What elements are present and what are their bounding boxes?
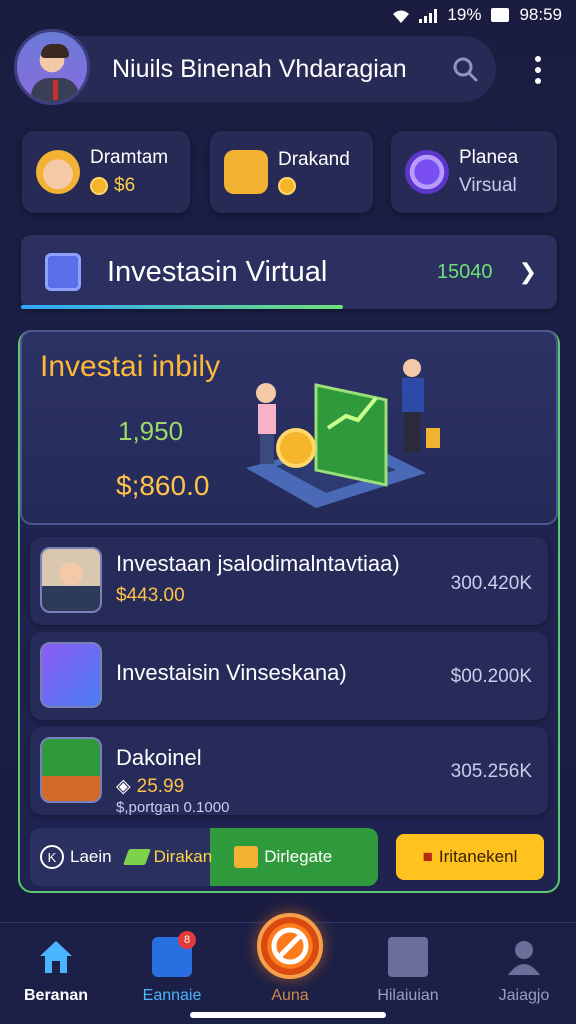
box-icon bbox=[388, 937, 428, 977]
dirakan-button[interactable]: Dirakan bbox=[122, 847, 213, 867]
list-item-value: 305.256K bbox=[450, 761, 532, 782]
list-item[interactable]: Dakoinel ◈ 25.99 $,portgan 0.1000 305.256… bbox=[30, 727, 548, 816]
investasi-value: 15040 bbox=[436, 260, 493, 283]
list-item-title: Investaan jsalodimalntavtiaa) bbox=[116, 551, 400, 576]
quick-card-drakand[interactable]: Drakand bbox=[210, 131, 373, 213]
investasi-label: Investasin Virtual bbox=[107, 255, 328, 288]
learn-label: Laein bbox=[70, 847, 112, 866]
battery-percent: 19% bbox=[447, 5, 482, 24]
dirakan-label: Dirakan bbox=[153, 847, 213, 866]
quick-card-title: Drakand bbox=[278, 149, 350, 170]
quick-card-dramtam[interactable]: Dramtam $6 bbox=[22, 131, 190, 213]
hero-money: $;860.0 bbox=[116, 470, 210, 501]
nav-label: Eannaie bbox=[142, 987, 202, 1004]
orb-icon bbox=[405, 150, 449, 194]
quick-card-planea[interactable]: Planea Virsual bbox=[391, 131, 557, 213]
list-item-amount-value: 25.99 bbox=[136, 775, 185, 797]
home-indicator bbox=[190, 1012, 386, 1018]
notification-badge: 8 bbox=[178, 931, 196, 949]
profile-header[interactable]: Niuils Binenah Vhdaragian bbox=[14, 29, 496, 105]
primary-action-button[interactable]: ■ Iritanekenl bbox=[396, 834, 544, 880]
delegate-label: Dirlegate bbox=[264, 847, 333, 866]
more-vert-icon[interactable] bbox=[524, 50, 552, 90]
investasi-progress bbox=[21, 305, 557, 309]
coin-icon bbox=[90, 177, 108, 195]
delegate-button[interactable]: Dirlegate bbox=[234, 846, 332, 868]
blocks-thumbnail bbox=[40, 642, 102, 708]
k-circle-icon: K bbox=[40, 845, 64, 869]
gold-box-icon bbox=[234, 846, 259, 868]
action-bar: K Laein Dirakan Dirlegate bbox=[30, 828, 378, 886]
nav-hilaiuian[interactable]: Hilaiuian bbox=[358, 937, 458, 1005]
status-bar: 19% 98:59 bbox=[0, 0, 576, 30]
bottom-nav: Beranan 8 Eannaie Auna Hilaiuian Jaiagjo bbox=[0, 913, 576, 1024]
quick-card-value: Virsual bbox=[459, 175, 517, 196]
home-icon bbox=[40, 941, 72, 973]
calendar-clock-icon bbox=[45, 253, 81, 291]
hero-card[interactable]: Investai inbily 1,950 $;860.0 bbox=[20, 330, 558, 525]
quick-card-title: Planea bbox=[459, 147, 519, 168]
nav-jaiagjo[interactable]: Jaiagjo bbox=[474, 937, 574, 1005]
hero-number: 1,950 bbox=[118, 416, 184, 446]
quick-card-value: $6 bbox=[114, 175, 136, 196]
list-item-value: $00.200K bbox=[450, 666, 532, 687]
signal-icon bbox=[419, 7, 438, 23]
list-item[interactable]: Investaan jsalodimalntavtiaa) $443.00 30… bbox=[30, 537, 548, 625]
profile-icon bbox=[508, 941, 540, 975]
wifi-icon bbox=[391, 8, 410, 23]
primary-action-label: Iritanekenl bbox=[438, 847, 518, 866]
list-item-title: Investaisin Vinseskana) bbox=[116, 660, 347, 685]
search-icon[interactable] bbox=[448, 52, 482, 86]
nav-label: Beranan bbox=[23, 987, 89, 1004]
coin-icon bbox=[278, 177, 296, 195]
investasi-virtual-row[interactable]: Investasin Virtual 15040 ❯ bbox=[21, 235, 557, 309]
investment-laptop-illustration bbox=[246, 359, 440, 508]
nav-eannaie[interactable]: 8 Eannaie bbox=[122, 931, 222, 1005]
chart-thumbnail bbox=[40, 737, 102, 803]
chevron-right-icon: ❯ bbox=[518, 259, 537, 284]
avatar[interactable] bbox=[14, 29, 90, 105]
hero-title: Investai inbily bbox=[40, 350, 221, 383]
cash-icon bbox=[122, 849, 151, 865]
quick-card-title: Dramtam bbox=[90, 147, 169, 168]
nav-label: Hilaiuian bbox=[377, 987, 439, 1004]
compass-icon bbox=[271, 927, 309, 965]
nav-home[interactable]: Beranan bbox=[6, 937, 106, 1005]
list-item-title: Dakoinel bbox=[116, 745, 202, 770]
list-item-amount: ◈ 25.99 bbox=[116, 775, 184, 798]
page-title: Niuils Binenah Vhdaragian bbox=[112, 54, 407, 83]
learn-button[interactable]: K Laein bbox=[40, 845, 112, 869]
investasi-progress-fill bbox=[21, 305, 343, 309]
user-avatar-icon bbox=[36, 150, 80, 194]
clock: 98:59 bbox=[519, 5, 562, 24]
person-thumbnail bbox=[40, 547, 102, 613]
coin-icon: ◈ bbox=[116, 776, 131, 797]
chat-bubble-icon bbox=[224, 150, 268, 194]
list-item-amount: $443.00 bbox=[116, 585, 185, 606]
nav-label: Jaiagjo bbox=[498, 987, 550, 1004]
list-item-value: 300.420K bbox=[450, 573, 532, 594]
nav-label: Auna bbox=[271, 987, 309, 1004]
nav-auna-label[interactable]: Auna bbox=[240, 987, 340, 1005]
battery-icon bbox=[491, 8, 510, 22]
gift-icon: ■ bbox=[422, 847, 433, 866]
nav-center-button[interactable] bbox=[257, 913, 323, 979]
list-item[interactable]: Investaisin Vinseskana) $00.200K bbox=[30, 632, 548, 720]
list-item-subtext: $,portgan 0.1000 bbox=[116, 799, 230, 816]
